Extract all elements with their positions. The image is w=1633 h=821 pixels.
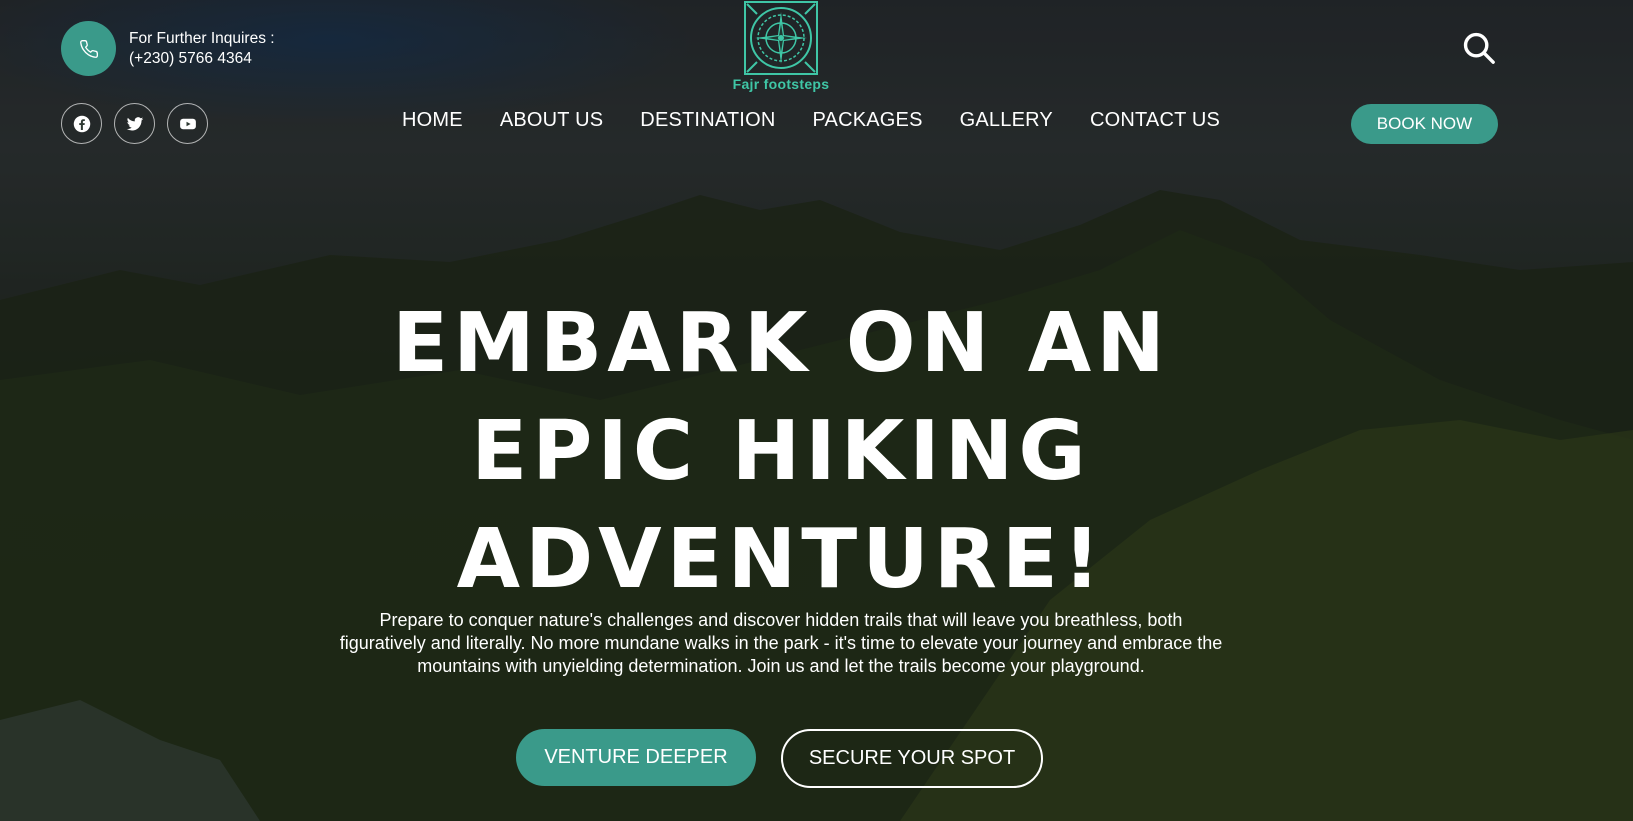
twitter-icon[interactable] xyxy=(114,103,155,144)
nav-item-home[interactable]: HOME xyxy=(402,109,463,132)
contact-info: For Further Inquires : (+230) 5766 4364 xyxy=(61,21,275,76)
nav-item-packages[interactable]: PACKAGES xyxy=(812,109,922,132)
site-logo[interactable]: Fajr footsteps xyxy=(730,0,832,92)
headline-line-3: ADVENTURE! xyxy=(456,512,1106,607)
venture-deeper-button[interactable]: VENTURE DEEPER xyxy=(516,729,756,786)
logo-text: Fajr footsteps xyxy=(732,76,830,92)
nav-item-contact-us[interactable]: CONTACT US xyxy=(1090,109,1220,132)
nav-item-gallery[interactable]: GALLERY xyxy=(960,109,1053,132)
contact-label: For Further Inquires : xyxy=(129,29,275,47)
contact-phone[interactable]: (+230) 5766 4364 xyxy=(129,49,275,69)
facebook-icon[interactable] xyxy=(61,103,102,144)
main-nav: HOME ABOUT US DESTINATION PACKAGES GALLE… xyxy=(402,109,1220,132)
compass-logo-icon xyxy=(744,1,818,75)
hero-headline: EMBARK ON AN EPIC HIKING ADVENTURE! xyxy=(366,290,1196,614)
nav-item-about-us[interactable]: ABOUT US xyxy=(500,109,603,132)
hero-section: For Further Inquires : (+230) 5766 4364 … xyxy=(0,0,1633,821)
book-now-button[interactable]: BOOK NOW xyxy=(1351,104,1498,144)
hero-description: Prepare to conquer nature's challenges a… xyxy=(339,610,1223,676)
contact-text: For Further Inquires : (+230) 5766 4364 xyxy=(129,29,275,69)
phone-icon[interactable] xyxy=(61,21,116,76)
social-links xyxy=(61,103,208,144)
search-icon[interactable] xyxy=(1462,31,1498,67)
nav-item-destination[interactable]: DESTINATION xyxy=(640,109,775,132)
headline-line-1: EMBARK ON AN xyxy=(392,296,1170,391)
headline-line-2: EPIC HIKING xyxy=(471,404,1091,499)
secure-your-spot-button[interactable]: SECURE YOUR SPOT xyxy=(781,729,1043,788)
youtube-icon[interactable] xyxy=(167,103,208,144)
